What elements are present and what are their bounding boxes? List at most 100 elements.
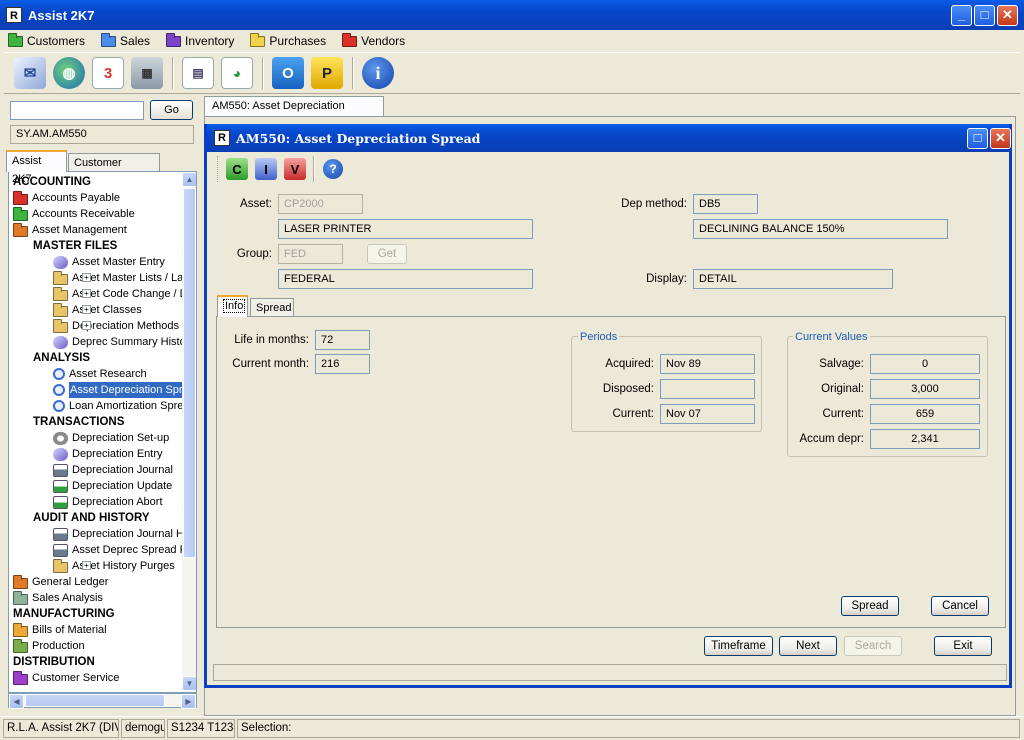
group-code-field[interactable]: FED: [278, 244, 343, 264]
search-input[interactable]: [10, 101, 144, 120]
tab-am550[interactable]: AM550: Asset Depreciation Spread: [204, 96, 384, 130]
report-chart-icon[interactable]: ◕: [221, 57, 253, 89]
window-close-button[interactable]: ✕: [990, 128, 1011, 149]
scroll-thumb[interactable]: [183, 188, 196, 558]
tree-item[interactable]: Sales Analysis: [13, 590, 103, 606]
v-icon[interactable]: V: [284, 158, 306, 180]
help-icon[interactable]: ?: [323, 159, 343, 179]
tree-item[interactable]: Bills of Material: [13, 622, 107, 638]
tree-item[interactable]: Depreciation Journal: [53, 462, 173, 478]
scroll-thumb[interactable]: [25, 694, 165, 707]
folder-icon: [53, 270, 68, 285]
exit-button[interactable]: Exit: [934, 636, 992, 656]
maximize-button[interactable]: □: [974, 5, 995, 26]
tree-item[interactable]: Production: [13, 638, 85, 654]
scroll-down-icon[interactable]: ▼: [182, 676, 196, 691]
tree-item[interactable]: + Depreciation Methods: [53, 318, 179, 334]
tree-item[interactable]: Depreciation Update: [53, 478, 172, 494]
expand-icon[interactable]: +: [82, 561, 91, 570]
menu-label: Sales: [120, 34, 151, 48]
folder-icon: [13, 574, 28, 589]
tree-item[interactable]: Asset Deprec Spread Repo: [53, 542, 196, 558]
tree-item[interactable]: Asset Depreciation Spread: [53, 382, 196, 398]
tab-customer-service[interactable]: Customer Service: [68, 153, 160, 187]
folder-icon: [53, 318, 68, 333]
tree-item-label: Depreciation Set-up: [72, 432, 170, 444]
horizontal-scrollbar[interactable]: ◀ ▶: [8, 693, 197, 709]
outlook-icon[interactable]: O: [272, 57, 304, 89]
menu-inventory[interactable]: Inventory: [166, 32, 234, 48]
close-button[interactable]: ✕: [997, 5, 1018, 26]
tab-spread[interactable]: Spread: [250, 298, 294, 318]
folder-icon: [13, 670, 28, 685]
tree-item[interactable]: Asset Master Entry: [53, 254, 165, 270]
c-icon[interactable]: C: [226, 158, 248, 180]
window-maximize-button[interactable]: □: [967, 128, 988, 149]
display-field[interactable]: DETAIL: [693, 269, 893, 289]
document-icon[interactable]: ▤: [182, 57, 214, 89]
p-app-icon[interactable]: P: [311, 57, 343, 89]
tree-item[interactable]: Depreciation Set-up: [53, 430, 169, 446]
menu-tree: ACCOUNTING Accounts Payable Accounts Recei…: [8, 171, 197, 693]
timeframe-button[interactable]: Timeframe: [704, 636, 773, 656]
scroll-up-icon[interactable]: ▲: [182, 172, 196, 187]
tree-item[interactable]: Depreciation Entry: [53, 446, 163, 462]
calculator-icon[interactable]: ▦: [131, 57, 163, 89]
go-button[interactable]: Go: [150, 100, 193, 120]
expand-icon[interactable]: +: [82, 289, 91, 298]
tree-item[interactable]: + Asset History Purges: [53, 558, 175, 574]
tree-item[interactable]: Depreciation Abort: [53, 494, 163, 510]
tree-item[interactable]: Asset Research: [53, 366, 147, 382]
tree-item-label: Sales Analysis: [32, 592, 103, 604]
menu-purchases[interactable]: Purchases: [250, 32, 326, 48]
menu-vendors[interactable]: Vendors: [342, 32, 405, 48]
magnifier-icon: [53, 384, 65, 396]
folder-icon: [101, 32, 117, 47]
tab-assist-2k7[interactable]: Assist 2K7: [6, 150, 67, 185]
tree-section-header: DISTRIBUTION: [13, 654, 95, 670]
asset-code-field[interactable]: CP2000: [278, 194, 363, 214]
toolbar: ✉ ◍ 3 ▦ ▤ ◕ O P i: [4, 52, 1020, 94]
vertical-scrollbar[interactable]: ▲ ▼: [182, 172, 196, 692]
tree-section-header: MANUFACTURING: [13, 606, 115, 622]
tree-item-label: TRANSACTIONS: [33, 416, 125, 428]
dep-method-code-field[interactable]: DB5: [693, 194, 758, 214]
folder-icon: [13, 638, 28, 653]
menu-customers[interactable]: Customers: [8, 32, 86, 48]
scroll-left-icon[interactable]: ◀: [9, 694, 24, 709]
minimize-button[interactable]: _: [951, 5, 972, 26]
mail-icon[interactable]: ✉: [14, 57, 46, 89]
tree-item[interactable]: Loan Amortization Spread: [53, 398, 196, 414]
info-icon[interactable]: i: [362, 57, 394, 89]
calendar-icon[interactable]: 3: [92, 57, 124, 89]
get-button[interactable]: Get: [367, 244, 407, 264]
folder-icon: [53, 558, 68, 573]
tree-item[interactable]: Depreciation Journal Histor: [53, 526, 196, 542]
cancel-button[interactable]: Cancel: [931, 596, 989, 616]
tree-item[interactable]: + Asset Classes: [53, 302, 142, 318]
tree-item-label: General Ledger: [32, 576, 109, 588]
tree-item[interactable]: Accounts Payable: [13, 190, 120, 206]
i-icon[interactable]: I: [255, 158, 277, 180]
tree-item[interactable]: Asset Management: [13, 222, 127, 238]
next-button[interactable]: Next: [779, 636, 837, 656]
asset-description-field: LASER PRINTER: [278, 219, 533, 239]
tree-item[interactable]: + Asset Code Change / Delet: [53, 286, 196, 302]
expand-icon[interactable]: +: [82, 321, 91, 330]
globe-icon[interactable]: ◍: [53, 57, 85, 89]
tab-info[interactable]: Info: [217, 295, 248, 317]
menu-sales[interactable]: Sales: [101, 32, 151, 48]
tree-item-label: ANALYSIS: [33, 352, 91, 364]
tree-item[interactable]: General Ledger: [13, 574, 108, 590]
menu-label: Customers: [27, 34, 86, 48]
scroll-right-icon[interactable]: ▶: [181, 694, 196, 709]
tree-item[interactable]: Customer Service: [13, 670, 119, 686]
expand-icon[interactable]: +: [82, 273, 91, 282]
search-button[interactable]: Search: [844, 636, 902, 656]
spread-button[interactable]: Spread: [841, 596, 899, 616]
edit-icon: [53, 255, 68, 269]
tree-item[interactable]: Deprec Summary History Ei: [53, 334, 196, 350]
expand-icon[interactable]: +: [82, 305, 91, 314]
tree-item[interactable]: Accounts Receivable: [13, 206, 135, 222]
tree-item[interactable]: + Asset Master Lists / Labels: [53, 270, 196, 286]
